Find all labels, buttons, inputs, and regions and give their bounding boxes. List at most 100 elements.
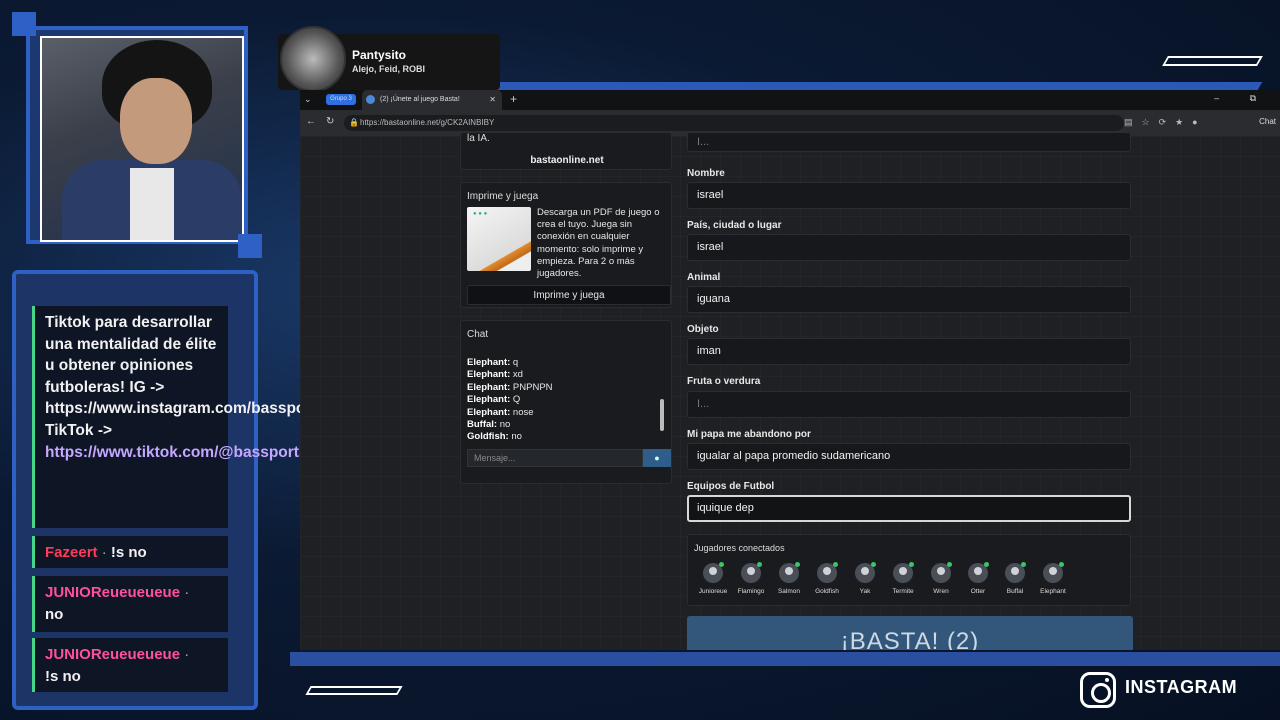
decor-outline-stripe	[1162, 56, 1263, 66]
chat-scrollbar[interactable]	[659, 351, 665, 441]
chat-message-input[interactable]: Mensaje...	[467, 449, 643, 467]
chat-line: Elephant: Q	[467, 394, 521, 406]
player-avatar-icon	[741, 562, 762, 583]
tab-list-chevron-icon[interactable]: ⌄	[304, 94, 312, 105]
player-item: Buffal	[996, 562, 1034, 595]
copilot-chat-button[interactable]: Chat	[1259, 117, 1276, 126]
print-card: Imprime y juega ● ● ● Descarga un PDF de…	[460, 182, 672, 308]
print-thumbnail: ● ● ●	[467, 207, 531, 271]
chat-line: Elephant: nose	[467, 406, 534, 418]
player-avatar-icon	[817, 562, 838, 583]
player-avatar-icon	[779, 562, 800, 583]
ia-card: la IA. bastaonline.net	[460, 132, 672, 170]
tab-bar: ⌄ Grupo 3 (2) ¡Únete al juego Basta! ✕ +…	[300, 90, 1280, 110]
back-reload-icons[interactable]: ←↻	[306, 116, 344, 127]
field-label-objeto: Objeto	[687, 324, 719, 335]
player-avatar-icon	[968, 562, 989, 583]
decor-outline-stripe	[305, 686, 403, 695]
message-text: !s no	[45, 668, 81, 685]
connected-players-panel: Jugadores conectados Junioreue Flamingo …	[687, 534, 1131, 606]
now-playing-card: Pantysito Alejo, Feid, ROBI	[278, 26, 500, 92]
tab-group-label[interactable]: Grupo 3	[326, 94, 356, 105]
close-tab-icon[interactable]: ✕	[489, 90, 496, 110]
player-item: Salmon	[770, 562, 808, 595]
player-item: Elephant	[1034, 562, 1072, 595]
tab-title: (2) ¡Únete al juego Basta!	[380, 96, 460, 103]
basta-button[interactable]: ¡BASTA! (2)	[687, 616, 1133, 650]
field-input-animal[interactable]: iguana	[687, 286, 1131, 313]
field-label-pais: País, ciudad o lugar	[687, 220, 782, 231]
decor-bottom-bar	[290, 652, 1280, 666]
message-text: no	[45, 606, 64, 623]
field-input-fruta[interactable]: I...	[687, 391, 1131, 418]
url-text: https://bastaonline.net/g/CK2AINBIBY	[360, 118, 495, 127]
globe-icon	[366, 95, 375, 104]
send-message-button[interactable]: ●	[643, 449, 671, 467]
player-item: Otter	[959, 562, 997, 595]
field-label-animal: Animal	[687, 272, 721, 283]
stream-chat-message: JUNIOReueueueue · !s no	[32, 638, 228, 692]
print-description: Descarga un PDF de juego o crea el tuyo.…	[537, 207, 660, 280]
player-avatar-icon	[703, 562, 724, 583]
chat-username: Fazeert	[45, 544, 98, 561]
webcam-frame	[12, 12, 262, 258]
message-text: Tiktok para desarrollar una mentalidad d…	[45, 314, 339, 439]
stream-chat-message: Tiktok para desarrollar una mentalidad d…	[32, 306, 338, 528]
song-title: Pantysito	[352, 48, 407, 62]
chat-username: JUNIOReueueueue	[45, 646, 181, 663]
chat-username: JUNIOReueueueue	[45, 584, 181, 601]
webcam-feed	[40, 36, 244, 242]
toolbar-icons[interactable]: ▤☆⟳★●	[1124, 117, 1207, 128]
game-chat-log: Elephant: q Elephant: xd Elephant: PNPNP…	[467, 357, 667, 444]
field-input-pais[interactable]: israel	[687, 234, 1131, 261]
field-label-nombre: Nombre	[687, 168, 725, 179]
field-label-papa: Mi papa me abandono por	[687, 429, 811, 440]
message-link[interactable]: https://www.tiktok.com/@bassports_	[45, 444, 316, 461]
player-avatar-icon	[931, 562, 952, 583]
lock-icon: 🔒	[349, 118, 359, 127]
print-button[interactable]: Imprime y juega	[467, 285, 671, 305]
chat-bubble-icon: ●	[654, 453, 660, 463]
stream-chat-message: JUNIOReueueueue · no	[32, 576, 228, 632]
stream-chat-message: Fazeert · !s no	[32, 536, 228, 568]
field-input-futbol[interactable]: iquique dep	[687, 495, 1131, 522]
url-input[interactable]: 🔒 https://bastaonline.net/g/CK2AINBIBY	[344, 115, 1124, 131]
field-input-papa[interactable]: igualar al papa promedio sudamericano	[687, 443, 1131, 470]
site-name: bastaonline.net	[530, 155, 604, 166]
window-controls[interactable]: – ⧉	[1214, 93, 1270, 104]
player-avatar-icon	[855, 562, 876, 583]
page-viewport: la IA. bastaonline.net Imprime y juega ●…	[300, 132, 1280, 650]
field-input-nombre[interactable]: israel	[687, 182, 1131, 209]
print-title: Imprime y juega	[467, 191, 539, 202]
player-item: Junioreue	[694, 562, 732, 595]
album-art	[280, 26, 346, 92]
browser-window: ⌄ Grupo 3 (2) ¡Únete al juego Basta! ✕ +…	[300, 90, 1280, 650]
player-item: Yak	[846, 562, 884, 595]
chat-line: Elephant: PNPNPN	[467, 381, 553, 393]
player-item: Termite	[884, 562, 922, 595]
player-avatar-icon	[1043, 562, 1064, 583]
field-label-futbol: Equipos de Futbol	[687, 481, 775, 492]
game-chat-card: Chat Elephant: q Elephant: xd Elephant: …	[460, 320, 672, 484]
song-artists: Alejo, Feid, ROBI	[352, 64, 426, 74]
ia-text: la IA.	[467, 133, 490, 144]
instagram-label: INSTAGRAM	[1125, 677, 1238, 697]
player-item: Flamingo	[732, 562, 770, 595]
field-label-fruta: Fruta o verdura	[687, 376, 761, 387]
message-text: !s no	[110, 544, 147, 561]
chat-line: Elephant: q	[467, 357, 519, 368]
tab-basta[interactable]: (2) ¡Únete al juego Basta! ✕	[362, 90, 502, 110]
instagram-icon	[1080, 672, 1116, 708]
players-title: Jugadores conectados	[694, 543, 785, 553]
player-avatar-icon	[1005, 562, 1026, 583]
player-avatar-icon	[893, 562, 914, 583]
game-chat-title: Chat	[467, 329, 489, 340]
field-input-objeto[interactable]: iman	[687, 338, 1131, 365]
player-item: Wren	[922, 562, 960, 595]
new-tab-icon[interactable]: +	[510, 92, 517, 106]
chat-line: Goldfish: no	[467, 431, 522, 443]
previous-field-input[interactable]: I...	[687, 132, 1131, 152]
chat-line: Elephant: xd	[467, 369, 523, 381]
player-item: Goldfish	[808, 562, 846, 595]
chat-line: Buffal: no	[467, 419, 511, 431]
